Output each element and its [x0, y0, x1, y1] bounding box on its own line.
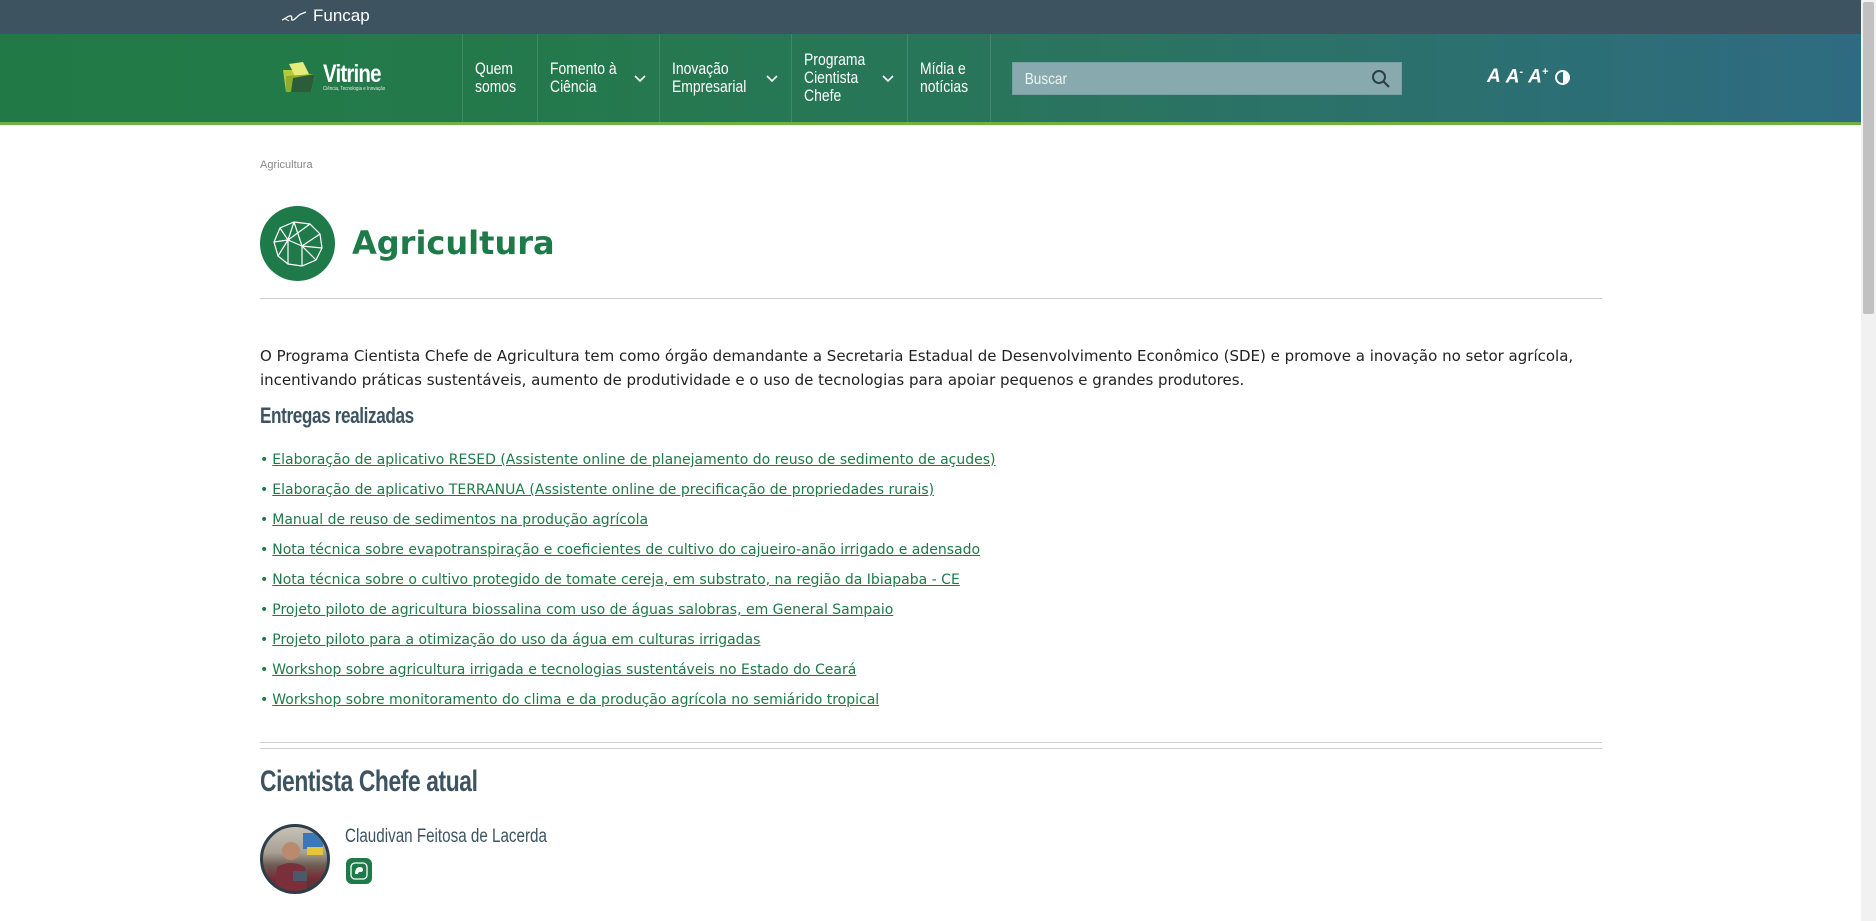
bullet: • — [260, 512, 269, 528]
top-strip: Funcap — [0, 0, 1861, 34]
chevron-down-icon — [766, 75, 778, 83]
brain-network-icon — [273, 221, 323, 267]
breadcrumb[interactable]: Agricultura — [260, 159, 313, 171]
bullet: • — [260, 482, 269, 498]
divider — [260, 742, 1602, 743]
folder-logo-icon — [283, 62, 315, 92]
bullet: • — [260, 572, 269, 588]
list-item: • Nota técnica sobre evapotranspiração e … — [260, 540, 996, 570]
font-normal-button[interactable]: A — [1487, 66, 1501, 88]
divider — [260, 298, 1602, 299]
delivery-link[interactable]: Nota técnica sobre o cultivo protegido d… — [272, 570, 960, 590]
person-photo — [275, 833, 323, 891]
nav-midia[interactable]: Mídia e notícias — [906, 34, 992, 122]
delivery-link[interactable]: Elaboração de aplicativo TERRANUA (Assis… — [272, 480, 934, 500]
search-icon[interactable] — [1371, 69, 1391, 89]
lattes-icon — [350, 862, 368, 880]
delivery-link[interactable]: Elaboração de aplicativo RESED (Assisten… — [272, 450, 995, 470]
logo-tagline: Ciência, Tecnologia e Inovação — [323, 86, 386, 92]
category-icon — [260, 206, 335, 281]
delivery-link[interactable]: Projeto piloto de agricultura biossalina… — [272, 600, 893, 620]
main-nav: Quem somos Fomento à Ciência Inovação Em… — [462, 34, 992, 122]
bullet: • — [260, 632, 269, 648]
bullet: • — [260, 452, 269, 468]
nav-inovacao[interactable]: Inovação Empresarial — [659, 34, 791, 122]
funcap-link[interactable]: Funcap — [281, 6, 370, 26]
chevron-down-icon — [882, 75, 894, 83]
nav-cientista-chefe[interactable]: Programa Cientista Chefe — [791, 34, 907, 122]
delivery-link[interactable]: Workshop sobre agricultura irrigada e te… — [272, 660, 856, 680]
logo-title: Vitrine — [323, 60, 382, 88]
funcap-label: Funcap — [313, 6, 370, 25]
list-item: • Manual de reuso de sedimentos na produç… — [260, 510, 996, 540]
search-input[interactable] — [1023, 63, 1307, 96]
font-larger-button[interactable]: A+ — [1528, 66, 1548, 88]
divider — [260, 748, 1602, 749]
bullet: • — [260, 542, 269, 558]
nav-fomento[interactable]: Fomento à Ciência — [537, 34, 659, 122]
nav-label: Inovação Empresarial — [672, 59, 747, 96]
contrast-icon[interactable] — [1555, 69, 1571, 85]
scientist-name: Claudivan Feitosa de Lacerda — [345, 826, 547, 847]
search-box — [1012, 62, 1402, 96]
delivery-link[interactable]: Projeto piloto para a otimização do uso … — [272, 630, 760, 650]
font-smaller-button[interactable]: A- — [1506, 66, 1523, 88]
font-larger-label: A — [1528, 66, 1542, 88]
intro-text: O Programa Cientista Chefe de Agricultur… — [260, 347, 1574, 389]
lattes-link[interactable] — [346, 858, 372, 884]
scrollbar-thumb[interactable] — [1863, 2, 1874, 314]
list-item: • Projeto piloto para a otimização do uso… — [260, 630, 996, 660]
list-item: • Projeto piloto de agricultura biossalin… — [260, 600, 996, 630]
current-scientist-heading: Cientista Chefe atual — [260, 765, 478, 798]
vitrine-logo[interactable]: Vitrine Ciência, Tecnologia e Inovação — [281, 60, 393, 94]
list-item: • Nota técnica sobre o cultivo protegido … — [260, 570, 996, 600]
delivery-link[interactable]: Nota técnica sobre evapotranspiração e c… — [272, 540, 980, 560]
nav-label: Mídia e notícias — [919, 59, 968, 96]
deliveries-heading: Entregas realizadas — [260, 403, 414, 428]
font-smaller-label: A — [1505, 66, 1520, 88]
list-item: • Elaboração de aplicativo RESED (Assiste… — [260, 450, 996, 480]
nav-quem-somos[interactable]: Quem somos — [462, 34, 537, 122]
accessibility-controls: A A- A+ — [1487, 66, 1571, 88]
list-item: • Elaboração de aplicativo TERRANUA (Assi… — [260, 480, 996, 510]
bullet: • — [260, 602, 269, 618]
page-title: Agricultura — [352, 224, 555, 262]
nav-label: Programa Cientista Chefe — [804, 50, 866, 105]
chevron-down-icon — [634, 75, 646, 83]
delivery-link[interactable]: Workshop sobre monitoramento do clima e … — [272, 690, 879, 710]
list-item: • Workshop sobre monitoramento do clima e… — [260, 690, 996, 720]
bullet: • — [260, 662, 269, 678]
bullet: • — [260, 692, 269, 708]
deliveries-list: • Elaboração de aplicativo RESED (Assiste… — [260, 450, 996, 720]
header-accent-line — [0, 122, 1861, 125]
signature-icon — [281, 11, 307, 22]
delivery-link[interactable]: Manual de reuso de sedimentos na produçã… — [272, 510, 648, 530]
scientist-avatar[interactable] — [260, 824, 330, 894]
list-item: • Workshop sobre agricultura irrigada e t… — [260, 660, 996, 690]
nav-label: Fomento à Ciência — [550, 59, 617, 96]
nav-label: Quem somos — [475, 59, 517, 96]
